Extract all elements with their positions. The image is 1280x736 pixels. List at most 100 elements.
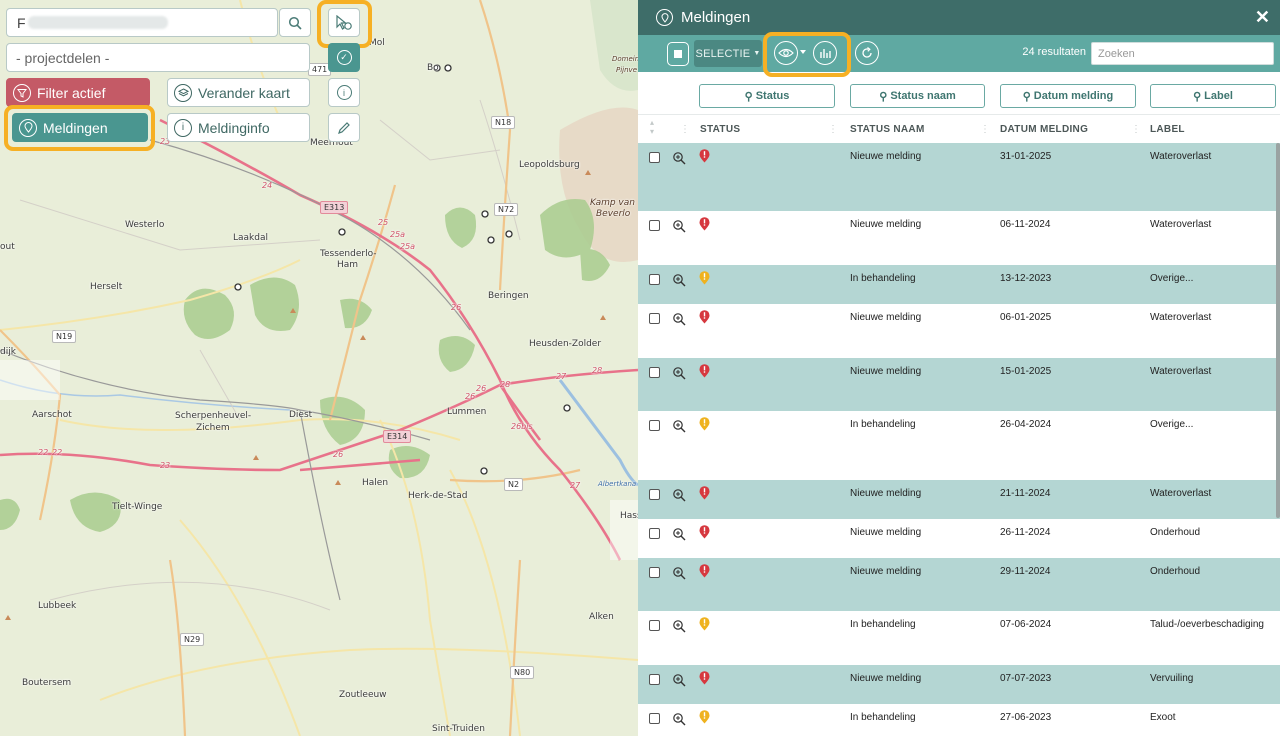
map-base-layer [0,0,638,736]
sort-icon[interactable]: ▴ ▾ [650,118,654,136]
status-marker-icon [699,486,710,500]
zoom-to-icon[interactable] [672,673,686,687]
row-checkbox[interactable] [649,528,660,539]
table-row[interactable]: In behandeling 13-12-2023 Overige... [638,265,1280,304]
place-label: Beverlo [596,209,631,219]
confirm-button[interactable]: ✓ [328,43,360,72]
selectie-dropdown[interactable]: SELECTIE ▼ [694,40,762,67]
sort-icon[interactable]: ⋮ [980,124,990,135]
cell-label: Wateroverlast [1150,366,1212,377]
table-row[interactable]: Nieuwe melding 06-11-2024 Wateroverlast [638,211,1280,265]
row-checkbox[interactable] [649,152,660,163]
cell-status-naam: Nieuwe melding [850,566,922,577]
select-all-button[interactable] [667,42,689,66]
row-checkbox[interactable] [649,674,660,685]
map-view[interactable]: Mol Leopoldsburg Kamp van Beverlo Wester… [0,0,638,736]
filter-datum-button[interactable]: ⚲ Datum melding [1000,84,1136,108]
sort-icon[interactable]: ⋮ [828,124,838,135]
filter-status-button[interactable]: ⚲ Status [699,84,835,108]
table-row[interactable]: In behandeling 07-06-2024 Talud-/oeverbesc… [638,611,1280,665]
place-label: Zichem [196,423,230,433]
scrollbar[interactable] [1276,143,1280,518]
junction-number: 22 [38,448,49,457]
filter-label-button[interactable]: ⚲ Label [1150,84,1276,108]
pencil-icon [338,121,350,134]
table-row[interactable]: Nieuwe melding 07-07-2023 Vervuiling [638,665,1280,704]
cell-label: Wateroverlast [1150,219,1212,230]
row-checkbox[interactable] [649,567,660,578]
edit-button[interactable] [328,113,360,142]
column-status[interactable]: STATUS [700,124,740,135]
table-row[interactable]: Nieuwe melding 21-11-2024 Wateroverlast [638,480,1280,519]
close-icon[interactable]: ✕ [1255,7,1270,28]
meldinginfo-button[interactable]: i Meldinginfo [167,113,310,142]
zoom-to-icon[interactable] [672,527,686,541]
row-checkbox[interactable] [649,220,660,231]
info-button[interactable]: i [328,78,360,107]
table-row[interactable]: Nieuwe melding 29-11-2024 Onderhoud [638,558,1280,611]
column-status-naam[interactable]: STATUS NAAM [850,124,925,135]
zoom-to-icon[interactable] [672,366,686,380]
place-label: Zoutleeuw [339,690,387,700]
column-label[interactable]: LABEL [1150,124,1185,135]
table-row[interactable]: Nieuwe melding 15-01-2025 Wateroverlast [638,358,1280,411]
status-marker-icon [699,417,710,431]
status-marker-icon [699,525,710,539]
zoom-to-icon[interactable] [672,419,686,433]
cell-status-naam: Nieuwe melding [850,219,922,230]
table-row[interactable]: Nieuwe melding 06-01-2025 Wateroverlast [638,304,1280,358]
search-icon: ⚲ [1193,90,1202,103]
column-datum-melding[interactable]: DATUM MELDING [1000,124,1088,135]
cell-datum-melding: 27-06-2023 [1000,712,1052,723]
cell-status-naam: Nieuwe melding [850,151,922,162]
filter-active-button[interactable]: Filter actief [6,78,150,107]
zoom-to-icon[interactable] [672,488,686,502]
row-checkbox[interactable] [649,620,660,631]
search-icon: ⚲ [879,90,888,103]
status-marker-icon [699,271,710,285]
panel-header: Meldingen ✕ [638,0,1280,35]
zoom-to-icon[interactable] [672,312,686,326]
table-row[interactable]: In behandeling 26-04-2024 Overige... [638,411,1280,480]
map-search-button[interactable] [279,8,311,37]
zoom-to-icon[interactable] [672,712,686,726]
change-map-button[interactable]: Verander kaart [167,78,310,107]
row-checkbox[interactable] [649,420,660,431]
junction-number: 28 [500,380,511,389]
row-checkbox[interactable] [649,367,660,378]
table-row[interactable]: Nieuwe melding 31-01-2025 Wateroverlast [638,143,1280,211]
visibility-toggle-button[interactable] [774,41,798,65]
caret-down-icon[interactable] [800,50,806,54]
panel-title: Meldingen [681,9,751,26]
row-checkbox[interactable] [649,489,660,500]
zoom-to-icon[interactable] [672,273,686,287]
select-on-map-button[interactable] [328,8,360,37]
zoom-to-icon[interactable] [672,566,686,580]
place-label: Lubbeek [38,601,77,611]
sort-icon[interactable]: ⋮ [1131,124,1141,135]
statistics-button[interactable] [813,41,837,65]
row-checkbox[interactable] [649,274,660,285]
refresh-button[interactable] [855,41,879,65]
meldingen-button[interactable]: Meldingen [12,113,148,142]
panel-search-input[interactable]: Zoeken [1091,42,1274,65]
search-icon: ⚲ [744,90,753,103]
zoom-to-icon[interactable] [672,151,686,165]
map-search-input[interactable]: F [6,8,278,37]
table-row[interactable]: Nieuwe melding 26-11-2024 Onderhoud [638,519,1280,558]
row-checkbox[interactable] [649,313,660,324]
zoom-to-icon[interactable] [672,219,686,233]
status-marker-icon [699,149,710,163]
table-row[interactable]: In behandeling 27-06-2023 Exoot [638,704,1280,736]
zoom-to-icon[interactable] [672,619,686,633]
change-map-label: Verander kaart [198,84,290,101]
junction-number: 25 [378,218,389,227]
sort-icon[interactable]: ⋮ [680,124,690,135]
cell-label: Overige... [1150,419,1194,430]
projectdelen-select[interactable]: - projectdelen - [6,43,310,72]
filter-status-naam-button[interactable]: ⚲ Status naam [850,84,985,108]
place-label: Kamp van [590,198,635,208]
place-label: Aarschot [32,410,72,420]
filter-status-naam-label: Status naam [890,90,956,102]
row-checkbox[interactable] [649,713,660,724]
